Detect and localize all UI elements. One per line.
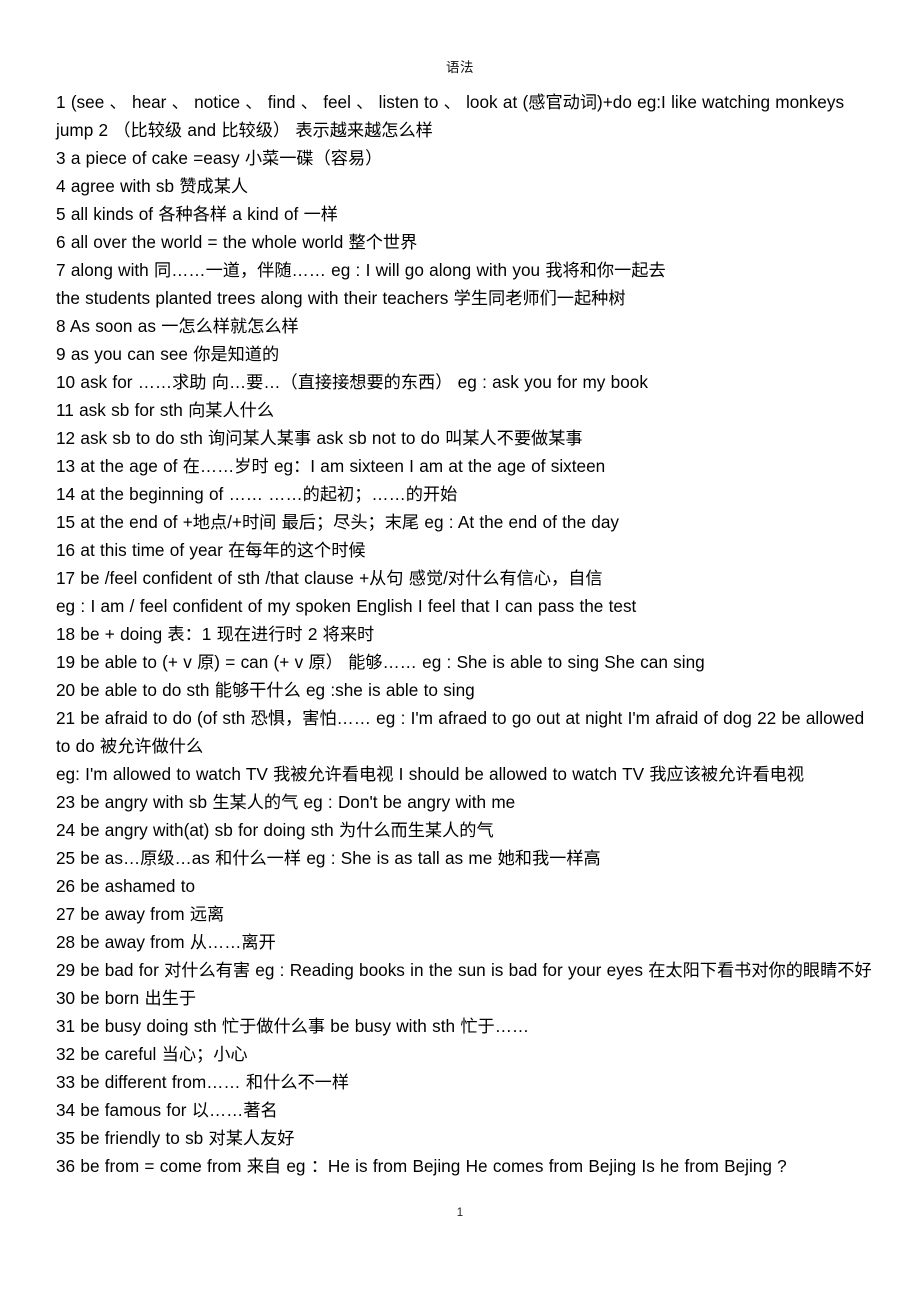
entry-line: 15 at the end of +地点/+时间 最后；尽头；末尾 eg : A…	[56, 512, 620, 532]
entry-line: 12 ask sb to do sth 询问某人某事 ask sb not to…	[56, 428, 583, 448]
entry-line: 6 all over the world = the whole world 整…	[56, 232, 418, 252]
entry-line: 24 be angry with(at) sb for doing sth 为什…	[56, 820, 494, 840]
entry-line: 35 be friendly to sb 对某人友好	[56, 1128, 295, 1148]
entry-line: 10 ask for ……求助 向…要…（直接接想要的东西） eg : ask …	[56, 372, 648, 392]
entry-line: eg : I am / feel confident of my spoken …	[56, 596, 637, 616]
entry-line: 31 be busy doing sth 忙于做什么事 be busy with…	[56, 1016, 530, 1036]
entry-line: 20 be able to do sth 能够干什么 eg :she is ab…	[56, 680, 475, 700]
entry-line: 14 at the beginning of …… ……的起初；……的开始	[56, 484, 458, 504]
entry-line: 16 at this time of year 在每年的这个时候	[56, 540, 366, 560]
entry-line: 32 be careful 当心；小心	[56, 1044, 248, 1064]
entry-line: 23 be angry with sb 生某人的气 eg : Don't be …	[56, 792, 516, 812]
page-number: 1	[456, 1207, 464, 1219]
entry-line: 5 all kinds of 各种各样 a kind of 一样	[56, 204, 338, 224]
entry-line: 18 be + doing 表：1 现在进行时 2 将来时	[56, 624, 375, 644]
entry-line: the students planted trees along with th…	[56, 288, 626, 308]
entry-line: 36 be from = come from 来自 eg ：He is from…	[56, 1156, 787, 1176]
entry-line: 30 be born 出生于	[56, 988, 197, 1008]
entry-line: 9 as you can see 你是知道的	[56, 344, 280, 364]
entry-line: 33 be different from…… 和什么不一样	[56, 1072, 350, 1092]
entry-line: 11 ask sb for sth 向某人什么	[56, 400, 275, 420]
entry-line: 26 be ashamed to	[56, 876, 196, 896]
entry-line: 1 (see 、 hear 、 notice 、 find 、 feel 、 l…	[56, 92, 845, 140]
entry-line: 34 be famous for 以……著名	[56, 1100, 278, 1120]
entry-line: 4 agree with sb 赞成某人	[56, 176, 249, 196]
entry-line: 21 be afraid to do (of sth 恐惧，害怕…… eg : …	[56, 708, 865, 756]
entry-line: 7 along with 同……一道，伴随…… eg : I will go a…	[56, 260, 666, 280]
entry-line: 29 be bad for 对什么有害 eg : Reading books i…	[56, 960, 872, 980]
entry-line: 19 be able to (+ v 原) = can (+ v 原） 能够………	[56, 652, 705, 672]
grammar-entry-list: 1 (see 、 hear 、 notice 、 find 、 feel 、 l…	[56, 88, 878, 1180]
entry-line: 27 be away from 远离	[56, 904, 225, 924]
entry-line: 13 at the age of 在……岁时 eg：I am sixteen I…	[56, 456, 606, 476]
entry-line: 28 be away from 从……离开	[56, 932, 276, 952]
entry-line: eg: I'm allowed to watch TV 我被允许看电视 I sh…	[56, 764, 805, 784]
entry-line: 17 be /feel confident of sth /that claus…	[56, 568, 603, 588]
page-header-title: 语法	[446, 60, 474, 75]
document-page: 语法 1 (see 、 hear 、 notice 、 find 、 feel …	[0, 0, 920, 1302]
entry-line: 3 a piece of cake =easy 小菜一碟（容易）	[56, 148, 383, 168]
entry-line: 25 be as…原级…as 和什么一样 eg : She is as tall…	[56, 848, 601, 868]
entry-line: 8 As soon as 一怎么样就怎么样	[56, 316, 299, 336]
